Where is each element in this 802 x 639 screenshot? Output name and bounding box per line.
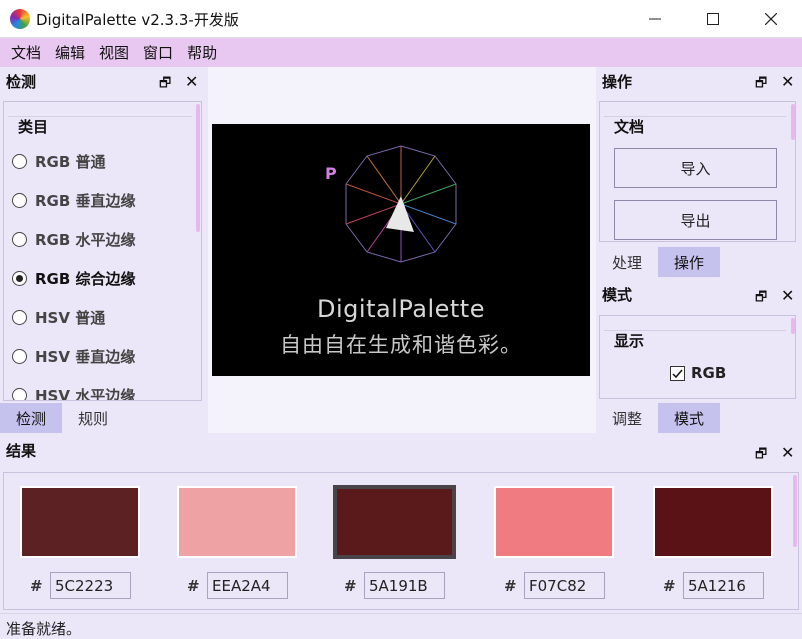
right-bottom-tabbar: 调整 模式 xyxy=(596,403,802,433)
hex-hash-label: # xyxy=(504,577,517,595)
import-button[interactable]: 导入 xyxy=(614,148,777,188)
logo-letters-top: P xyxy=(325,164,338,183)
rgb-checkbox-label: RGB xyxy=(691,364,727,382)
rgb-checkbox-row[interactable]: RGB xyxy=(670,364,726,382)
hex-hash-label: # xyxy=(663,577,676,595)
mode-dock-title: 模式 xyxy=(602,286,633,304)
right-top-tabbar: 处理 操作 xyxy=(596,247,802,277)
status-bar: 准备就绪。 xyxy=(0,613,802,639)
radio-rgb-vertical-edge[interactable]: RGB 垂直边缘 xyxy=(12,181,190,220)
hex-input[interactable]: 5A1216 xyxy=(683,572,764,599)
operation-dock-title: 操作 xyxy=(602,73,633,91)
splash-image[interactable]: P DigitalPalette 自由自在生成和谐色彩。 xyxy=(212,124,590,376)
maximize-button[interactable] xyxy=(684,0,742,38)
radio-hsv-normal[interactable]: HSV 普通 xyxy=(12,298,190,337)
close-dock-icon[interactable]: ✕ xyxy=(185,72,198,91)
hex-hash-label: # xyxy=(344,577,357,595)
minimize-icon xyxy=(649,18,661,20)
window-title: DigitalPalette v2.3.3-开发版 xyxy=(36,11,239,29)
menu-help[interactable]: 帮助 xyxy=(180,42,224,63)
result-scrollbar[interactable] xyxy=(793,475,797,547)
menu-edit[interactable]: 编辑 xyxy=(48,42,92,63)
hex-input[interactable]: F07C82 xyxy=(524,572,605,599)
document-panel: 文档 导入 导出 xyxy=(599,101,796,242)
menu-view[interactable]: 视图 xyxy=(92,42,136,63)
detection-dock-title: 检测 xyxy=(6,73,37,91)
tab-adjust[interactable]: 调整 xyxy=(596,403,658,433)
title-bar: DigitalPalette v2.3.3-开发版 xyxy=(0,0,802,38)
checkmark-icon xyxy=(672,369,683,378)
radio-button[interactable] xyxy=(12,193,27,208)
hex-input[interactable]: 5C2223 xyxy=(50,572,131,599)
hex-hash-label: # xyxy=(187,577,200,595)
splash-slogan: 自由自在生成和谐色彩。 xyxy=(280,333,522,357)
status-text: 准备就绪。 xyxy=(6,620,82,638)
minimize-button[interactable] xyxy=(626,0,684,38)
tab-process[interactable]: 处理 xyxy=(596,247,658,277)
maximize-icon xyxy=(707,13,719,25)
radio-hsv-vertical-edge[interactable]: HSV 垂直边缘 xyxy=(12,337,190,376)
close-button[interactable] xyxy=(742,0,800,38)
close-dock-icon[interactable]: ✕ xyxy=(781,286,794,305)
hex-input[interactable]: 5A191B xyxy=(364,572,445,599)
hex-input[interactable]: EEA2A4 xyxy=(207,572,288,599)
color-swatch[interactable] xyxy=(177,486,297,558)
display-panel: 显示 RGB xyxy=(599,315,796,399)
menu-file[interactable]: 文档 xyxy=(4,42,48,63)
palette-logo-icon xyxy=(345,145,457,263)
radio-rgb-combined-edge[interactable]: RGB 综合边缘 xyxy=(12,259,190,298)
category-scrollbar[interactable] xyxy=(196,104,200,232)
color-swatch[interactable] xyxy=(333,485,456,559)
radio-button[interactable] xyxy=(12,349,27,364)
splash-app-name: DigitalPalette xyxy=(317,295,485,323)
display-group-label: 显示 xyxy=(614,332,645,350)
detection-dock: 检测 🗗 ✕ 类目 RGB 普通 RGB 垂直边缘 RGB 水平边缘 RGB 综… xyxy=(0,67,208,433)
float-dock-icon[interactable]: 🗗 xyxy=(755,74,767,96)
result-dock-title: 结果 xyxy=(6,442,37,460)
radio-button[interactable] xyxy=(12,232,27,247)
app-logo-icon xyxy=(10,9,30,29)
tab-detection[interactable]: 检测 xyxy=(0,403,62,433)
radio-rgb-normal[interactable]: RGB 普通 xyxy=(12,142,190,181)
hex-hash-label: # xyxy=(30,577,43,595)
rgb-checkbox[interactable] xyxy=(670,365,685,381)
workspace: P DigitalPalette 自由自在生成和谐色彩。 xyxy=(208,67,596,433)
color-swatch[interactable] xyxy=(653,486,773,558)
float-dock-icon[interactable]: 🗗 xyxy=(755,445,767,467)
export-button[interactable]: 导出 xyxy=(614,200,777,240)
color-swatch[interactable] xyxy=(20,486,140,558)
result-panel: #5C2223 # EEA2A4 #5A191B # F07C82 #5A1216 xyxy=(3,472,799,610)
float-dock-icon[interactable]: 🗗 xyxy=(159,74,171,96)
close-icon xyxy=(765,13,777,25)
close-dock-icon[interactable]: ✕ xyxy=(781,443,794,462)
mode-dock: 模式 🗗 ✕ 显示 RGB 调整 模式 xyxy=(596,281,802,433)
category-panel: 类目 RGB 普通 RGB 垂直边缘 RGB 水平边缘 RGB 综合边缘 HSV… xyxy=(3,101,202,401)
category-group-label: 类目 xyxy=(18,118,49,136)
radio-rgb-horizontal-edge[interactable]: RGB 水平边缘 xyxy=(12,220,190,259)
left-dock-tabbar: 检测 规则 xyxy=(0,403,208,433)
category-radio-list: RGB 普通 RGB 垂直边缘 RGB 水平边缘 RGB 综合边缘 HSV 普通… xyxy=(12,142,190,400)
menu-window[interactable]: 窗口 xyxy=(136,42,180,63)
result-dock: 结果 🗗 ✕ #5C2223 # EEA2A4 #5A191B # F07C82 #5A12… xyxy=(0,437,802,613)
radio-button[interactable] xyxy=(12,154,27,169)
radio-button[interactable] xyxy=(12,388,27,400)
radio-hsv-horizontal-edge[interactable]: HSV 水平边缘 xyxy=(12,376,190,400)
document-scrollbar[interactable] xyxy=(791,104,795,140)
operation-dock: 操作 🗗 ✕ 文档 导入 导出 处理 操作 xyxy=(596,67,802,277)
radio-button[interactable] xyxy=(12,310,27,325)
document-group-label: 文档 xyxy=(614,118,645,136)
color-swatch[interactable] xyxy=(494,486,614,558)
radio-button-selected[interactable] xyxy=(12,271,27,286)
tab-operation[interactable]: 操作 xyxy=(658,247,720,277)
close-dock-icon[interactable]: ✕ xyxy=(781,72,794,91)
tab-rules[interactable]: 规则 xyxy=(62,403,124,433)
swatch-row: #5C2223 # EEA2A4 #5A191B # F07C82 #5A1216 xyxy=(4,473,794,609)
float-dock-icon[interactable]: 🗗 xyxy=(755,288,767,310)
display-scrollbar[interactable] xyxy=(791,318,795,334)
menu-bar: 文档 编辑 视图 窗口 帮助 xyxy=(0,38,802,67)
tab-mode[interactable]: 模式 xyxy=(658,403,720,433)
